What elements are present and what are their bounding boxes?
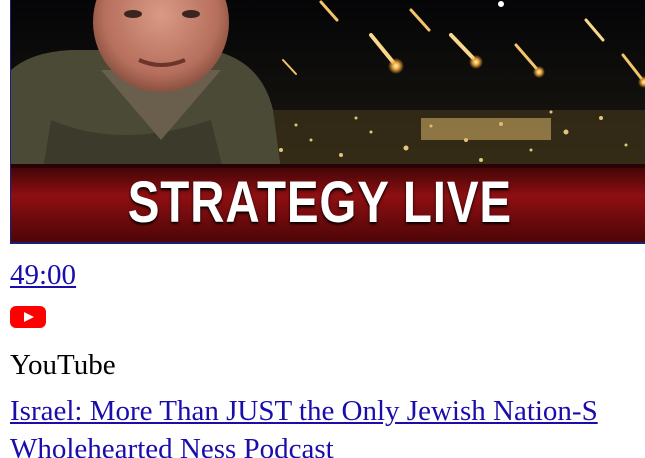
video-thumbnail-link[interactable]: STRATEGY LIVE — [10, 0, 645, 244]
thumbnail-banner-text: STRATEGY LIVE — [127, 170, 512, 235]
video-result: STRATEGY LIVE 49:00 YouTube Israel: More… — [0, 0, 645, 458]
video-source-label: YouTube — [10, 349, 116, 381]
video-title-line-1: Israel: More Than JUST the Only Jewish N… — [10, 395, 598, 427]
video-title-line-2: Wholehearted Ness Podcast — [10, 433, 334, 458]
video-title-link[interactable]: Israel: More Than JUST the Only Jewish N… — [10, 392, 645, 458]
video-duration-link[interactable]: 49:00 — [10, 258, 76, 292]
youtube-play-icon — [10, 306, 46, 328]
